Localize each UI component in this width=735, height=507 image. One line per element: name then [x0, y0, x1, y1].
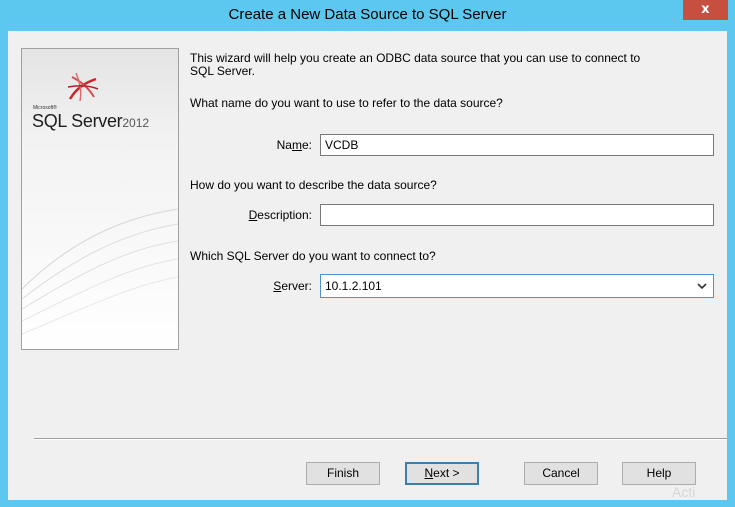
- description-label-post: escription:: [257, 208, 312, 222]
- banner-wave-decoration: [22, 208, 178, 335]
- server-prompt: Which SQL Server do you want to connect …: [190, 249, 436, 263]
- window-title: Create a New Data Source to SQL Server: [228, 6, 507, 23]
- cancel-button[interactable]: Cancel: [524, 462, 598, 485]
- close-button[interactable]: x: [683, 0, 728, 20]
- name-input[interactable]: [320, 134, 714, 156]
- wizard-intro: This wizard will help you create an ODBC…: [190, 52, 720, 78]
- title-bar[interactable]: Create a New Data Source to SQL Server x: [0, 0, 735, 30]
- activation-watermark: Acti: [672, 484, 696, 500]
- dialog-client-area: Microsoft® SQL Server2012 This wizard wi…: [8, 31, 727, 500]
- name-prompt: What name do you want to use to refer to…: [190, 96, 503, 110]
- chevron-down-icon[interactable]: [697, 282, 707, 290]
- name-label-accesskey: m: [291, 138, 302, 152]
- sql-server-wordmark: SQL Server2012: [32, 111, 149, 132]
- intro-line-1: This wizard will help you create an ODBC…: [190, 51, 641, 65]
- description-prompt: How do you want to describe the data sou…: [190, 178, 437, 192]
- sql-server-banner: Microsoft® SQL Server2012: [21, 48, 179, 350]
- brand-name: SQL Server: [32, 111, 123, 131]
- server-value: 10.1.2.101: [325, 279, 382, 293]
- description-input[interactable]: [320, 204, 714, 226]
- sql-server-logo-icon: [67, 72, 99, 102]
- server-combobox[interactable]: 10.1.2.101: [320, 274, 714, 298]
- server-label: Server:: [182, 279, 312, 293]
- next-label: ext >: [433, 466, 460, 480]
- next-accesskey: N: [424, 466, 434, 480]
- description-label: Description:: [182, 208, 312, 222]
- finish-button[interactable]: Finish: [306, 462, 380, 485]
- help-button[interactable]: Help: [622, 462, 696, 485]
- next-button[interactable]: Next >: [405, 462, 479, 485]
- intro-line-2: SQL Server.: [190, 64, 255, 78]
- name-label-pre: Na: [276, 138, 292, 152]
- description-label-accesskey: D: [248, 208, 258, 222]
- brand-year: 2012: [122, 116, 150, 130]
- name-label-post: e:: [301, 138, 312, 152]
- name-label: Name:: [182, 138, 312, 152]
- server-label-post: erver:: [281, 279, 312, 293]
- button-separator: [34, 438, 727, 440]
